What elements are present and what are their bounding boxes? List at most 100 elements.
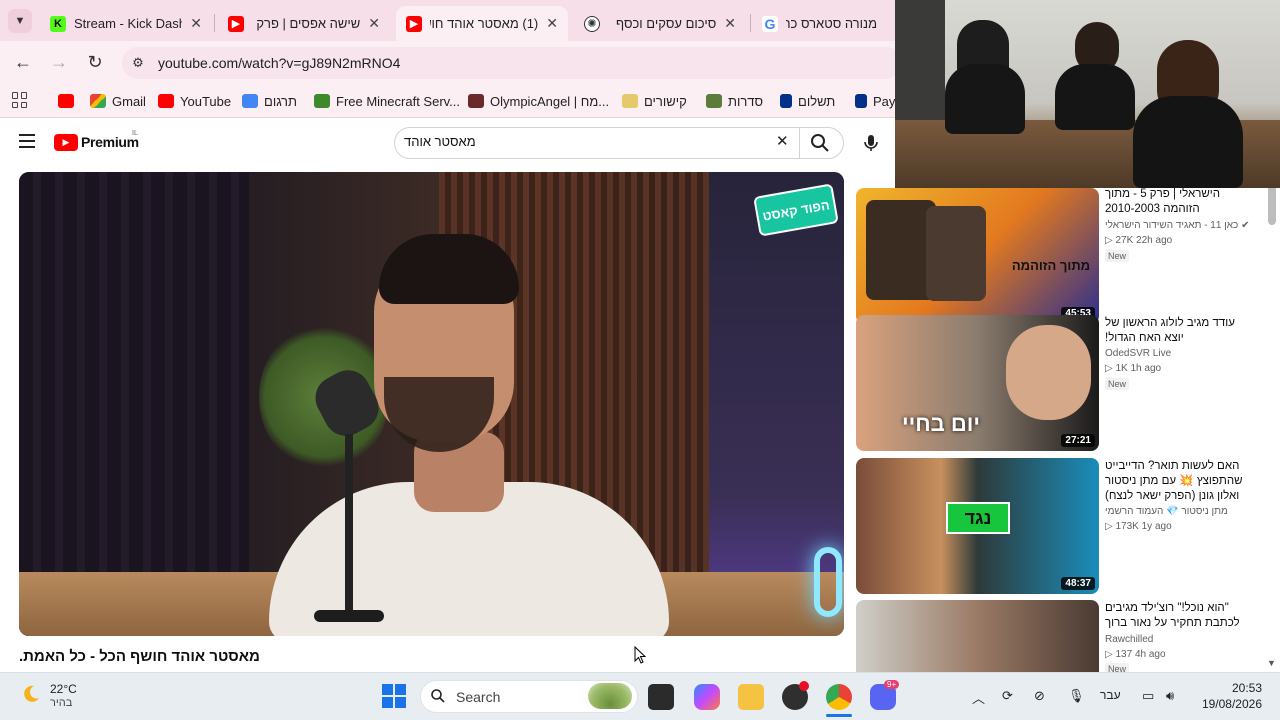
recommendation-title[interactable]: האם לעשות תואר? הדייבייט שהתפוצץ 💥 עם מת… xyxy=(1105,459,1250,504)
bookmark-paypal[interactable]: Payl xyxy=(855,92,898,110)
video-thumbnail[interactable]: נגד 48:37 xyxy=(856,458,1099,594)
video-thumbnail[interactable] xyxy=(856,600,1099,672)
bookmark-youtube[interactable]: YouTube xyxy=(158,92,231,110)
person-hair xyxy=(379,234,519,304)
minecraft-icon xyxy=(314,94,330,108)
tab-title: מנורה סטארס כרטי xyxy=(786,16,877,31)
back-button[interactable]: ← xyxy=(11,50,35,74)
active-app-indicator xyxy=(826,714,852,717)
chrome-icon[interactable] xyxy=(826,684,852,710)
menu-icon[interactable] xyxy=(19,134,35,148)
video-thumbnail[interactable]: מתוך הזוהמה 45:53 xyxy=(856,188,1099,324)
close-icon[interactable]: ✕ xyxy=(368,15,380,32)
paypal-icon xyxy=(780,94,792,108)
microphone-icon[interactable]: 🎙︎ xyxy=(1068,688,1085,704)
curtain-background xyxy=(19,172,249,636)
weather-icon[interactable] xyxy=(20,683,42,705)
video-thumbnail[interactable]: יום בחיי 27:21 xyxy=(856,315,1099,451)
microphone-base xyxy=(314,610,384,622)
clock-date[interactable]: 19/08/2026 xyxy=(1196,697,1262,711)
copilot-icon[interactable] xyxy=(694,684,720,710)
scroll-down-arrow-icon[interactable]: ▼ xyxy=(1267,658,1276,668)
video-player[interactable]: הפוד קאסט xyxy=(19,172,844,636)
youtube-premium-logo[interactable]: Premium xyxy=(81,134,139,150)
recommendation-stats: ▷ 1K 1h ago xyxy=(1105,363,1161,374)
network-icon[interactable]: ▭ xyxy=(1142,688,1154,704)
bookmark-payment[interactable]: תשלום xyxy=(780,92,835,110)
tab-kick[interactable]: K Stream - Kick Dashb ✕ xyxy=(40,6,212,41)
thumbnail-text: נגד xyxy=(946,502,1010,534)
tab-chatgpt[interactable]: ✕ סיכום עסקים וכסף ✺ xyxy=(574,6,746,41)
youtube-icon xyxy=(158,94,174,108)
bookmark-label: Free Minecraft Serv... xyxy=(336,93,461,109)
recommendation-channel[interactable]: Rawchilled xyxy=(1105,634,1153,645)
reload-button[interactable]: ↻ xyxy=(83,50,107,74)
network-offline-icon[interactable]: ⊘ xyxy=(1034,688,1045,704)
arrow-right-icon: → xyxy=(50,51,68,72)
recommendation-channel[interactable]: ✔ כאן 11 - תאגיד השידור הישראלי xyxy=(1105,220,1249,231)
close-icon[interactable]: ✕ xyxy=(546,15,558,32)
arrow-left-icon: ← xyxy=(14,51,32,72)
microphone-stand xyxy=(345,434,353,614)
volume-icon[interactable]: 🔊︎ xyxy=(1166,688,1174,704)
view-count: 27K xyxy=(1115,235,1134,246)
search-button[interactable] xyxy=(808,131,832,155)
reload-icon: ↻ xyxy=(87,51,103,72)
avatar-icon xyxy=(468,94,484,108)
show-hidden-icons-chevron-up-icon[interactable]: ︿ xyxy=(972,688,985,707)
bookmark-series[interactable]: סדרות xyxy=(706,92,763,110)
tab-youtube-master[interactable]: ✕ (1) מאסטר אוהד חוש ▶ xyxy=(396,6,568,41)
sync-icon[interactable]: ⟳ xyxy=(1002,688,1013,704)
forward-button[interactable]: → xyxy=(47,50,71,74)
task-view-icon[interactable] xyxy=(648,684,674,710)
upload-age: 1h ago xyxy=(1130,363,1162,374)
bookmark-gmail[interactable]: Gmail xyxy=(90,92,146,110)
recommendation-title[interactable]: עודד מגיב לולוג הראשון של יוצא האח הגדול… xyxy=(1105,316,1255,346)
tab-search-button[interactable]: ▼ xyxy=(8,9,32,33)
apps-grid-icon[interactable] xyxy=(12,92,28,108)
bookmark-youtube-icon[interactable] xyxy=(58,92,80,110)
views-icon: ▷ xyxy=(1105,521,1113,532)
google-icon: G xyxy=(762,15,778,32)
clear-search-icon[interactable]: ✕ xyxy=(776,132,789,150)
thumbnail-text: יום בחיי xyxy=(902,411,980,436)
language-indicator[interactable]: עבר xyxy=(1100,688,1121,702)
tab-title: (1) מאסטר אוהד חוש xyxy=(430,16,539,31)
bookmark-minecraft[interactable]: Free Minecraft Serv... xyxy=(314,92,460,110)
url-text[interactable]: youtube.com/watch?v=gJ89N2mRNO4 xyxy=(158,55,400,71)
recommendation-stats: ▷ 173K 1y ago xyxy=(1105,521,1172,532)
clock-time[interactable]: 20:53 xyxy=(1200,681,1262,695)
file-explorer-icon[interactable] xyxy=(738,684,764,710)
close-icon[interactable]: ✕ xyxy=(190,15,202,32)
recommendation-title[interactable]: הישראלי | פרק 5 - מתוך הזוהמה 2010-2003 xyxy=(1105,187,1255,217)
channel-name: כאן 11 - תאגיד השידור הישראלי xyxy=(1105,220,1239,231)
webcam-overlay xyxy=(895,0,1280,188)
upload-age: 1y ago xyxy=(1141,521,1172,532)
tab-title: סיכום עסקים וכסף xyxy=(615,16,717,31)
recommendation-channel[interactable]: OdedSVR Live xyxy=(1105,348,1171,359)
voice-search-button[interactable] xyxy=(858,130,884,156)
site-info-icon[interactable]: ⚙ xyxy=(129,54,147,72)
bookmark-label: סדרות xyxy=(728,93,764,109)
bookmark-links[interactable]: קישורים xyxy=(622,92,687,110)
search-divider xyxy=(799,128,800,158)
bookmark-translate[interactable]: תרגום xyxy=(242,92,297,110)
new-badge: New xyxy=(1105,378,1130,390)
search-input[interactable] xyxy=(404,134,764,149)
youtube-icon: ▶ xyxy=(406,15,422,32)
tab-youtube-shisha[interactable]: ✕ שישה אפסים | פרק ▶ xyxy=(218,6,390,41)
recommendation-stats: ▷ 137 4h ago xyxy=(1105,649,1166,660)
bookmark-olympicangel[interactable]: OlympicAngel | מח... xyxy=(468,92,609,110)
windows-start-icon[interactable] xyxy=(382,684,406,708)
recommendation-title[interactable]: "הוא נוכל!" רוצ'ילד מגיבים לכתבת תחקיר ע… xyxy=(1105,601,1255,631)
tab-divider xyxy=(750,14,751,32)
search-icon xyxy=(811,134,829,152)
person-1-body xyxy=(945,64,1025,134)
weather-temp[interactable]: 22°C xyxy=(50,682,77,696)
close-icon[interactable]: ✕ xyxy=(724,15,736,32)
tab-google[interactable]: G מנורה סטארס כרטי xyxy=(752,6,895,41)
tab-divider xyxy=(214,14,215,32)
youtube-logo-icon[interactable]: ▶ xyxy=(54,134,78,151)
recommendation-channel[interactable]: מתן ניסטור 💎 העמוד הרשמי xyxy=(1105,506,1228,517)
scrollbar-thumb[interactable] xyxy=(1268,185,1276,225)
